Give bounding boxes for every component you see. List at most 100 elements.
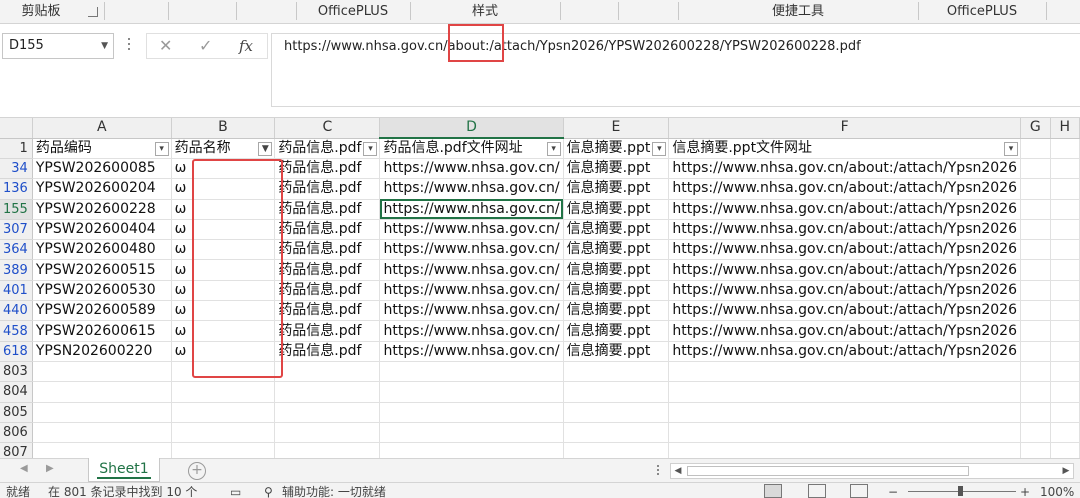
header-cell-summary-url[interactable]: 信息摘要.ppt文件网址 ▾ [668,138,1021,159]
cell-drug-info-url[interactable]: https://www.nhsa.gov.cn/ [379,320,564,342]
cell[interactable] [1050,381,1080,403]
cell-drug-code[interactable]: YPSW202600615 [32,320,172,342]
filter-dropdown-icon[interactable]: ▾ [363,141,378,156]
next-sheet-icon[interactable]: ▶ [46,463,54,474]
cell-drug-info-pdf[interactable]: 药品信息.pdf [274,259,381,281]
cell[interactable] [1050,361,1080,383]
cell-drug-info-pdf[interactable]: 药品信息.pdf [274,219,381,241]
cell-drug-info-pdf[interactable]: 药品信息.pdf [274,280,381,302]
cell[interactable] [563,381,670,403]
cell[interactable] [32,442,172,458]
prev-sheet-icon[interactable]: ◀ [20,463,28,474]
cell-drug-code[interactable]: YPSN202600220 [32,341,172,362]
cell[interactable] [1050,280,1080,302]
cell[interactable] [668,402,1021,423]
cell-drug-code[interactable]: YPSW202600204 [32,178,172,200]
cell[interactable] [563,361,670,383]
cell[interactable] [1050,219,1080,241]
cell[interactable] [668,442,1021,458]
scrollbar-thumb[interactable] [687,466,969,476]
cell-drug-code[interactable]: YPSW202600085 [32,158,172,180]
cell-summary-url[interactable]: https://www.nhsa.gov.cn/about:/attach/Yp… [668,199,1021,220]
cell-drug-info-pdf[interactable]: 药品信息.pdf [274,158,381,180]
column-header-c[interactable]: C [274,118,381,139]
filter-dropdown-icon[interactable]: ▾ [154,141,169,156]
cell[interactable] [1050,239,1080,261]
column-header-b[interactable]: B [171,118,276,139]
cell-summary-ppt[interactable]: 信息摘要.ppt [563,341,670,362]
cell[interactable] [1020,178,1051,200]
enter-icon[interactable]: ✓ [199,36,212,55]
cell-summary-url[interactable]: https://www.nhsa.gov.cn/about:/attach/Yp… [668,280,1021,302]
cell[interactable] [1020,341,1051,362]
cell-summary-ppt[interactable]: 信息摘要.ppt [563,158,670,180]
cell[interactable] [1050,341,1080,362]
cell[interactable] [1020,402,1051,423]
row-number[interactable]: 458 [0,320,33,342]
cell-drug-info-url[interactable]: https://www.nhsa.gov.cn/ [379,219,564,241]
cell-drug-info-pdf[interactable]: 药品信息.pdf [274,239,381,261]
cell[interactable] [1020,219,1051,241]
cell-drug-info-pdf[interactable]: 药品信息.pdf [274,300,381,322]
filter-active-icon[interactable]: ▼ [258,141,273,156]
cell[interactable] [1020,158,1051,180]
cell-summary-ppt[interactable]: 信息摘要.ppt [563,199,670,220]
cell[interactable] [1050,422,1080,444]
page-layout-view-icon[interactable] [808,484,826,498]
cell[interactable] [1020,320,1051,342]
cell[interactable] [1050,199,1080,220]
column-header-h[interactable]: H [1050,118,1080,139]
cell[interactable] [1020,422,1051,444]
row-number[interactable]: 618 [0,341,33,362]
cell[interactable] [379,402,564,423]
cell[interactable] [274,442,381,458]
formula-input[interactable]: https://www.nhsa.gov.cn/about:/attach/Yp… [271,33,1080,107]
chevron-down-icon[interactable]: ▼ [101,34,108,58]
cell[interactable] [171,381,276,403]
cell-drug-code[interactable]: YPSW202600515 [32,259,172,281]
cell-drug-info-url[interactable]: https://www.nhsa.gov.cn/ [379,239,564,261]
row-number[interactable]: 1 [0,138,33,159]
cell[interactable] [274,361,381,383]
cell[interactable] [379,381,564,403]
cell-drug-info-url[interactable]: https://www.nhsa.gov.cn/ [379,280,564,302]
cell-drug-code[interactable]: YPSW202600228 [32,199,172,220]
cell-drug-name[interactable]: ω [171,259,276,281]
cell-drug-info-url[interactable]: https://www.nhsa.gov.cn/ [379,259,564,281]
cell[interactable] [171,402,276,423]
horizontal-scrollbar[interactable]: ◀ ▶ [670,463,1074,479]
cell[interactable] [379,442,564,458]
cell-drug-info-url[interactable]: https://www.nhsa.gov.cn/ [379,158,564,180]
select-all-corner[interactable] [0,118,33,139]
zoom-out-icon[interactable]: − [888,485,898,498]
cell[interactable] [379,361,564,383]
cell[interactable] [274,381,381,403]
row-number[interactable]: 440 [0,300,33,322]
column-header-g[interactable]: G [1020,118,1051,139]
header-cell-drug-name[interactable]: 药品名称 ▼ [171,138,276,159]
scroll-right-icon[interactable]: ▶ [1059,464,1073,478]
cell[interactable] [171,442,276,458]
cell[interactable] [1050,320,1080,342]
row-number[interactable]: 401 [0,280,33,302]
row-number[interactable]: 807 [0,442,33,458]
formula-bar-grip-icon[interactable] [127,38,131,54]
cell[interactable] [1050,402,1080,423]
cell[interactable] [32,361,172,383]
cell[interactable] [563,422,670,444]
row-number[interactable]: 389 [0,259,33,281]
cell[interactable] [1050,138,1080,159]
cell-summary-url[interactable]: https://www.nhsa.gov.cn/about:/attach/Yp… [668,239,1021,261]
cell-summary-ppt[interactable]: 信息摘要.ppt [563,178,670,200]
zoom-in-icon[interactable]: + [1020,485,1030,498]
cancel-icon[interactable]: ✕ [159,36,172,55]
row-number[interactable]: 804 [0,381,33,403]
cell[interactable] [32,381,172,403]
cell[interactable] [1020,199,1051,220]
cell-summary-url[interactable]: https://www.nhsa.gov.cn/about:/attach/Yp… [668,259,1021,281]
cell-summary-ppt[interactable]: 信息摘要.ppt [563,320,670,342]
cell-summary-url[interactable]: https://www.nhsa.gov.cn/about:/attach/Yp… [668,158,1021,180]
column-header-a[interactable]: A [32,118,172,139]
cell[interactable] [1020,138,1051,159]
cell-summary-ppt[interactable]: 信息摘要.ppt [563,219,670,241]
